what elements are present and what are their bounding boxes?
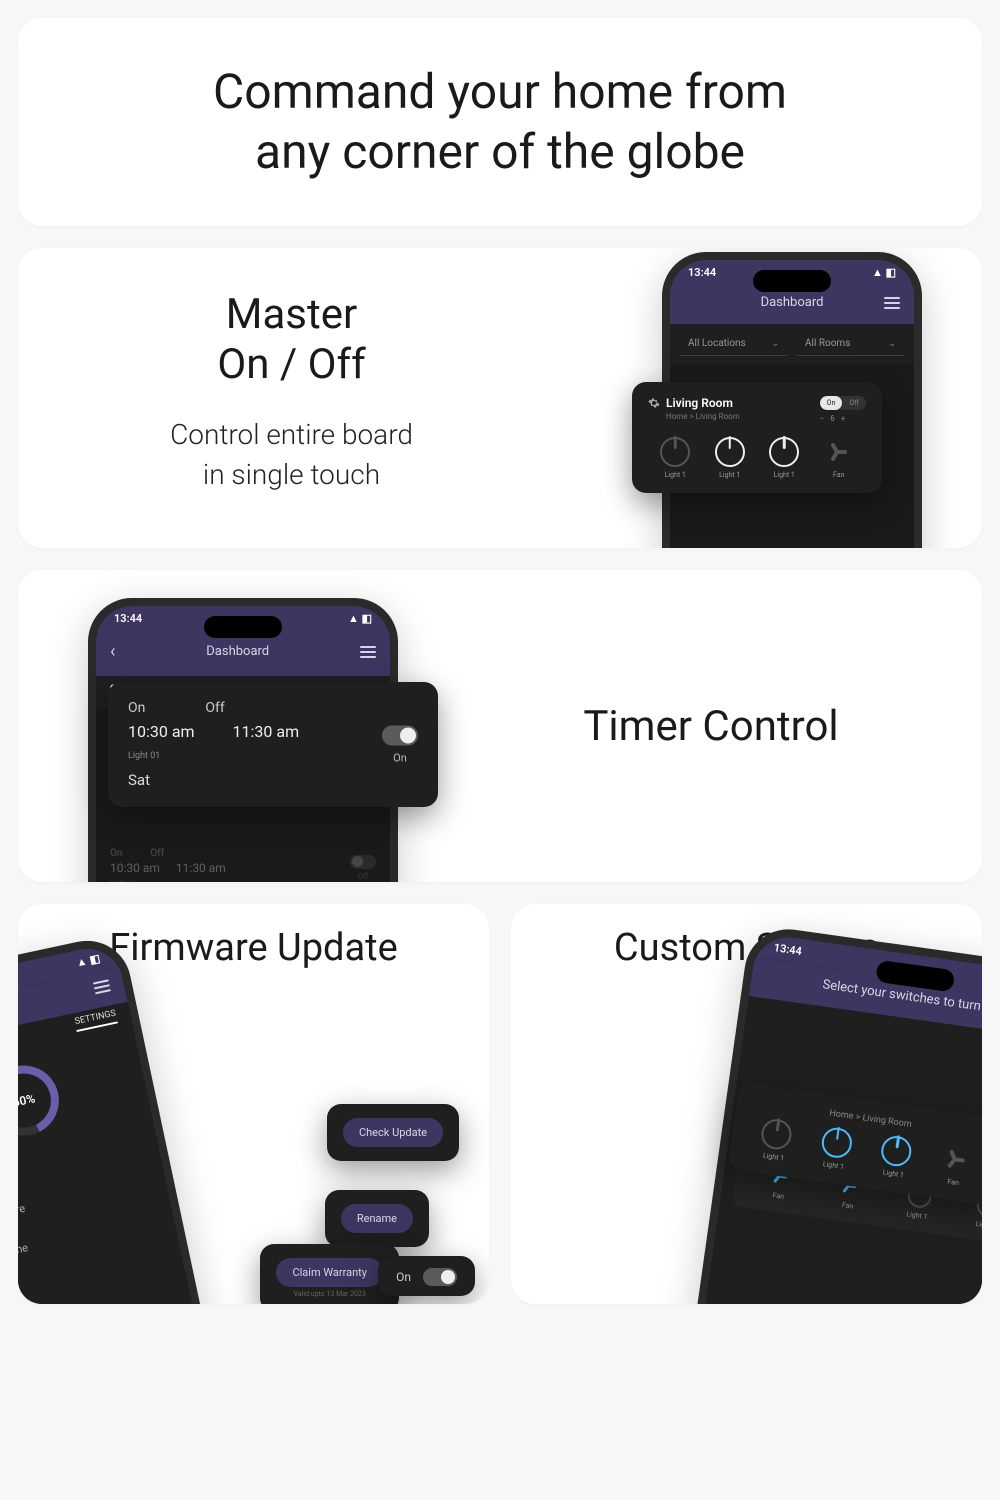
progress-value: 60%	[18, 1091, 36, 1109]
power-icon	[769, 437, 799, 467]
schedule-item-faded: OnOff 10:30 am11:30 am Light 01 Off	[96, 838, 390, 882]
master-toggle[interactable]: On Off	[820, 396, 866, 410]
hero-title: Command your home from any corner of the…	[58, 62, 942, 182]
timer-title: Timer Control	[583, 702, 838, 751]
chevron-down-icon: ⌄	[771, 339, 779, 349]
status-icons: ▲ ◧	[348, 612, 372, 625]
locations-dropdown[interactable]: All Locations⌄	[680, 332, 787, 356]
firmware-card: Firmware Update ▲ ◧ SETTINGS 60% SSID: c…	[18, 904, 489, 1304]
status-icons: ▲ ◧	[872, 266, 896, 279]
schedule-device: Light 01	[128, 751, 418, 761]
scenes-card: Custom Scenes 13:44 ▲ ◧ Select your swit…	[511, 904, 982, 1304]
off-label: Off	[205, 700, 224, 716]
fan-icon	[824, 437, 854, 467]
fan-icon	[940, 1143, 974, 1177]
status-time: 13:44	[114, 612, 142, 625]
menu-icon[interactable]	[360, 646, 376, 658]
check-update-button[interactable]: Check Update	[343, 1118, 443, 1147]
schedule-toggle-on[interactable]	[382, 725, 418, 745]
switch-light-2[interactable]: Light 1	[715, 437, 745, 479]
chevron-down-icon: ⌄	[888, 339, 896, 349]
fw-toggle-popout: On	[378, 1256, 475, 1296]
switch-fan[interactable]: Fan	[824, 437, 854, 479]
rename-button[interactable]: Rename	[341, 1204, 413, 1233]
timer-card: 13:44 ▲ ◧ ‹ Dashboard CONTROL SCHEDULE S…	[18, 570, 982, 882]
master-title: Master On / Off	[68, 290, 515, 391]
power-icon	[880, 1134, 914, 1168]
off-time: 11:30 am	[233, 722, 300, 741]
check-update-popout: Check Update	[327, 1104, 459, 1161]
switch-light-1[interactable]: Light 1	[660, 437, 690, 479]
fw-toggle[interactable]	[423, 1268, 457, 1286]
power-icon	[820, 1126, 854, 1160]
on-time: 10:30 am	[128, 722, 195, 741]
switch-fan[interactable]: Fan	[938, 1143, 974, 1189]
room-control-popout: Living Room Home > Living Room On Off − …	[632, 382, 882, 493]
power-icon	[760, 1117, 794, 1151]
progress-arc: 60%	[18, 1056, 68, 1144]
schedule-day: Sat	[128, 771, 418, 789]
app-header-title: Dashboard	[700, 295, 884, 310]
schedule-popout: On Off 10:30 am 11:30 am Light 01 Sat On	[108, 682, 438, 807]
gear-icon[interactable]	[648, 397, 660, 409]
phone-notch	[753, 270, 831, 292]
app-header-title: Dashboard	[115, 644, 360, 659]
status-icons: ▲ ◧	[75, 952, 101, 970]
status-time: 13:44	[773, 941, 803, 958]
rooms-dropdown[interactable]: All Rooms⌄	[797, 332, 904, 356]
switch-light-on-2[interactable]: Light 1	[878, 1134, 914, 1180]
dimmer-control[interactable]: − 6 +	[820, 414, 866, 423]
power-icon	[715, 437, 745, 467]
switch-light[interactable]: Light 1	[758, 1117, 794, 1163]
room-title: Living Room	[648, 396, 740, 410]
switch-light-on[interactable]: Light 1	[818, 1126, 854, 1172]
firmware-phone: ▲ ◧ SETTINGS 60% SSID: cs Current Firmwa…	[18, 933, 229, 1304]
hero-card: Command your home from any corner of the…	[18, 18, 982, 226]
menu-icon[interactable]	[93, 979, 111, 994]
room-breadcrumb: Home > Living Room	[666, 412, 740, 421]
master-card: Master On / Off Control entire board in …	[18, 248, 982, 548]
rename-popout: Rename	[325, 1190, 429, 1247]
claim-warranty-button[interactable]: Claim Warranty	[276, 1258, 383, 1287]
menu-icon[interactable]	[884, 297, 900, 309]
phone-notch	[204, 616, 282, 638]
schedule-toggle-off[interactable]	[350, 855, 376, 869]
switch-light-3[interactable]: Light 1	[769, 437, 799, 479]
power-icon	[660, 437, 690, 467]
on-label: On	[128, 700, 145, 716]
status-time: 13:44	[688, 266, 716, 279]
master-subtitle: Control entire board in single touch	[68, 415, 515, 496]
